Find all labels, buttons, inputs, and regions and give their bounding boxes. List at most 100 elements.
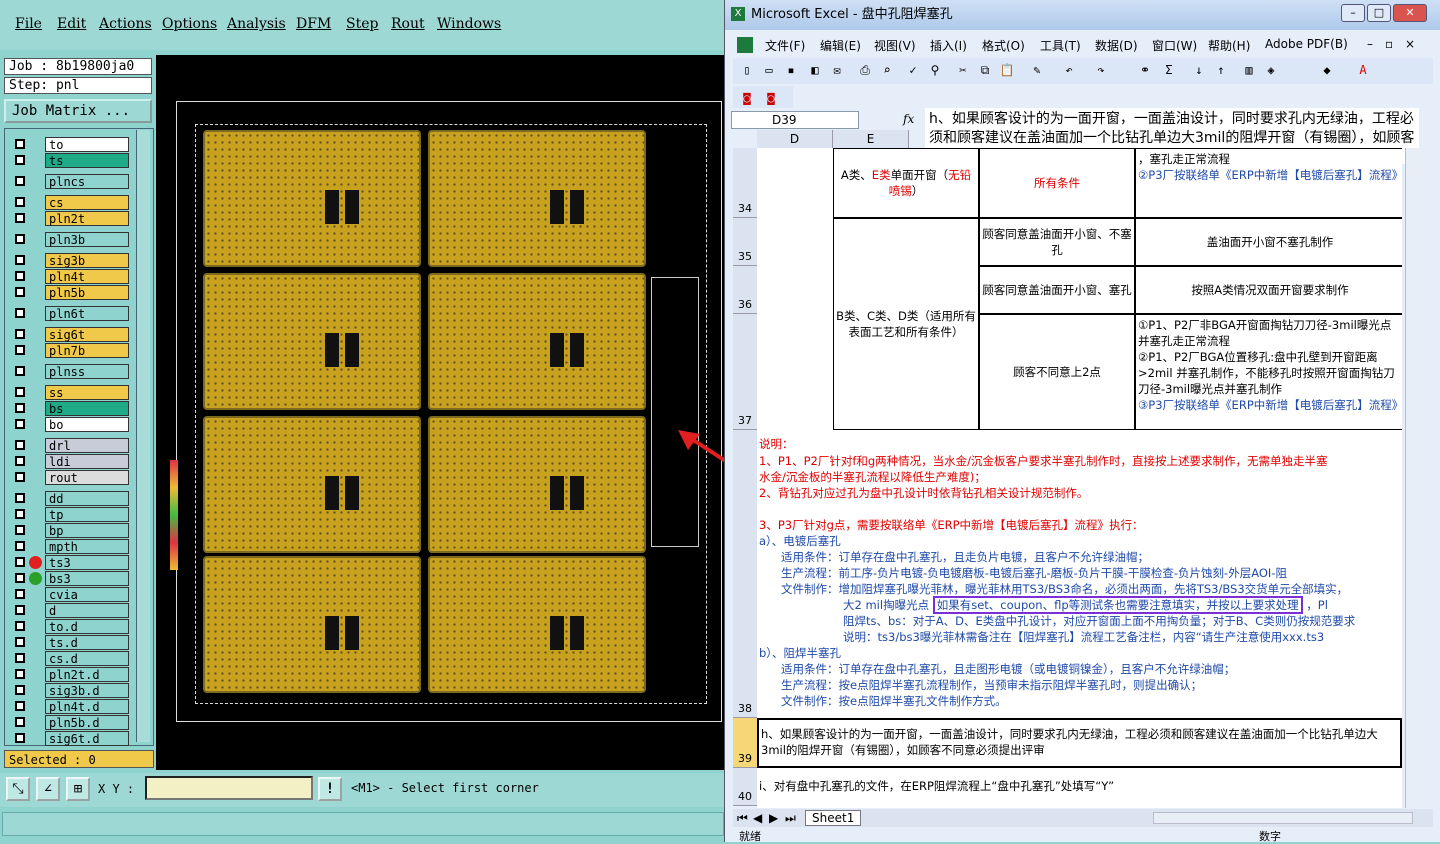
layer-checkbox[interactable] xyxy=(15,345,25,355)
layer-name[interactable]: plnss xyxy=(45,364,129,379)
format-painter-icon[interactable]: ✎ xyxy=(1029,62,1045,78)
layer-name[interactable]: ldi xyxy=(45,454,129,469)
layer-checkbox[interactable] xyxy=(15,308,25,318)
menu-file[interactable]: File xyxy=(15,16,42,32)
menu-step[interactable]: Step xyxy=(346,16,378,32)
sheet-nav-prev-icon[interactable]: ◀ xyxy=(753,811,762,825)
cut-icon[interactable]: ✂ xyxy=(955,62,971,78)
cell-condition-36[interactable]: 顾客同意盖油面开小窗、塞孔 xyxy=(979,266,1135,314)
layer-name[interactable]: pln4t xyxy=(45,269,129,284)
worksheet-grid[interactable]: A类、E类单面开窗（无铅喷锡） 所有条件 ，塞孔走正常流程 ②P3厂按联络单《E… xyxy=(757,148,1402,808)
layer-row-ss[interactable]: ss xyxy=(9,385,131,400)
layer-checkbox[interactable] xyxy=(15,605,25,615)
fx-icon[interactable]: fx xyxy=(903,112,914,126)
sheet-tab-sheet1[interactable]: Sheet1 xyxy=(805,810,862,826)
layer-checkbox[interactable] xyxy=(15,557,25,567)
row-header-34[interactable]: 34 xyxy=(733,148,757,218)
cell-a-action[interactable]: ，塞孔走正常流程 ②P3厂按联络单《ERP中新增【电镀后塞孔】流程》 xyxy=(1135,148,1402,218)
row-header-36[interactable]: 36 xyxy=(733,266,757,314)
layer-name[interactable]: ss xyxy=(45,385,129,400)
layer-name[interactable]: pln6t xyxy=(45,306,129,321)
xy-input[interactable] xyxy=(145,776,313,800)
layer-row-cvia[interactable]: cvia xyxy=(9,587,131,602)
layer-checkbox[interactable] xyxy=(15,139,25,149)
layer-name[interactable]: to.d xyxy=(45,619,129,634)
sort-descending-icon[interactable]: ↑ xyxy=(1213,62,1229,78)
pcb-unit[interactable] xyxy=(203,416,421,553)
new-icon[interactable]: ▯ xyxy=(739,62,755,78)
layer-name[interactable]: pln5b xyxy=(45,285,129,300)
layer-checkbox[interactable] xyxy=(15,621,25,631)
layer-checkbox[interactable] xyxy=(15,573,25,583)
layer-row-bo[interactable]: bo xyxy=(9,417,131,432)
layer-row-bs3[interactable]: bs3 xyxy=(9,571,131,586)
layer-row-rout[interactable]: rout xyxy=(9,470,131,485)
minimize-icon[interactable]: – xyxy=(1341,4,1365,22)
layer-name[interactable]: ts xyxy=(45,153,129,168)
xmenu-format[interactable]: 格式(O) xyxy=(982,37,1025,54)
layer-checkbox[interactable] xyxy=(15,176,25,186)
email-icon[interactable]: ✉ xyxy=(829,62,845,78)
layer-checkbox[interactable] xyxy=(15,589,25,599)
layer-checkbox[interactable] xyxy=(15,155,25,165)
layer-row-ts3[interactable]: ts3 xyxy=(9,555,131,570)
layer-row-plnss[interactable]: plnss xyxy=(9,364,131,379)
menu-options[interactable]: Options xyxy=(162,16,217,32)
pdf-email-icon[interactable]: ◙ xyxy=(763,90,779,106)
layer-name[interactable]: pln2t.d xyxy=(45,667,129,682)
chart-wizard-icon[interactable]: ▥ xyxy=(1241,62,1257,78)
layer-checkbox[interactable] xyxy=(15,197,25,207)
cell-action-36[interactable]: 按照A类情况双面开窗要求制作 xyxy=(1135,266,1402,314)
layer-checkbox[interactable] xyxy=(15,701,25,711)
menu-edit[interactable]: Edit xyxy=(57,16,86,32)
layer-checkbox[interactable] xyxy=(15,509,25,519)
name-box[interactable]: D39 xyxy=(731,111,859,129)
drawing-icon[interactable]: ◈ xyxy=(1263,62,1279,78)
layer-checkbox[interactable] xyxy=(15,255,25,265)
copy-icon[interactable]: ⧉ xyxy=(977,62,993,78)
layer-checkbox[interactable] xyxy=(15,329,25,339)
permission-icon[interactable]: ◧ xyxy=(807,62,823,78)
cell-action-37[interactable]: ①P1、P2厂非BGA开窗面掏钻刀刀径-3mil曝光点并塞孔走正常流程 ②P1、… xyxy=(1135,314,1402,430)
pcb-unit[interactable] xyxy=(203,130,421,267)
layer-checkbox[interactable] xyxy=(15,366,25,376)
research-icon[interactable]: ⚲ xyxy=(927,62,943,78)
fill-color-icon[interactable]: ◆ xyxy=(1319,62,1335,78)
layer-row-d[interactable]: d xyxy=(9,603,131,618)
layer-name[interactable]: pln4t.d xyxy=(45,699,129,714)
xmenu-data[interactable]: 数据(D) xyxy=(1095,37,1138,54)
xmenu-edit[interactable]: 编辑(E) xyxy=(820,37,861,54)
pcb-unit[interactable] xyxy=(428,416,646,553)
job-matrix-button[interactable]: Job Matrix ... xyxy=(4,99,152,123)
layer-name[interactable]: plncs xyxy=(45,174,129,189)
layer-row-sig3b[interactable]: sig3b xyxy=(9,253,131,268)
sort-ascending-icon[interactable]: ↓ xyxy=(1191,62,1207,78)
layer-row-tp[interactable]: tp xyxy=(9,507,131,522)
layer-name[interactable]: cvia xyxy=(45,587,129,602)
layer-row-pln7b[interactable]: pln7b xyxy=(9,343,131,358)
layer-name[interactable]: cs xyxy=(45,195,129,210)
xmenu-window[interactable]: 窗口(W) xyxy=(1152,37,1197,54)
save-icon[interactable]: ▪ xyxy=(783,62,799,78)
pcb-unit[interactable] xyxy=(428,556,646,693)
layer-row-to[interactable]: to xyxy=(9,137,131,152)
layer-checkbox[interactable] xyxy=(15,403,25,413)
layer-checkbox[interactable] xyxy=(15,669,25,679)
measure-icon[interactable]: ∠ xyxy=(36,777,60,801)
row-header-39[interactable]: 39 xyxy=(733,718,757,768)
layer-name[interactable]: pln7b xyxy=(45,343,129,358)
xmenu-adobe-pdf[interactable]: Adobe PDF(B) xyxy=(1265,37,1348,51)
sheet-nav-first-icon[interactable]: ⏮ xyxy=(737,811,748,826)
layer-scrollbar[interactable] xyxy=(136,130,150,742)
layer-row-cs[interactable]: cs xyxy=(9,195,131,210)
layer-row-pln4t.d[interactable]: pln4t.d xyxy=(9,699,131,714)
xmenu-help[interactable]: 帮助(H) xyxy=(1208,37,1250,54)
layer-row-dd[interactable]: dd xyxy=(9,491,131,506)
row-header-38[interactable]: 38 xyxy=(733,430,757,718)
convert-pdf-icon[interactable]: ◙ xyxy=(739,90,755,106)
row-header-35[interactable]: 35 xyxy=(733,218,757,266)
layer-name[interactable]: ts3 xyxy=(45,555,129,570)
layer-row-bs[interactable]: bs xyxy=(9,401,131,416)
layer-name[interactable]: cs.d xyxy=(45,651,129,666)
open-icon[interactable]: ▭ xyxy=(761,62,777,78)
